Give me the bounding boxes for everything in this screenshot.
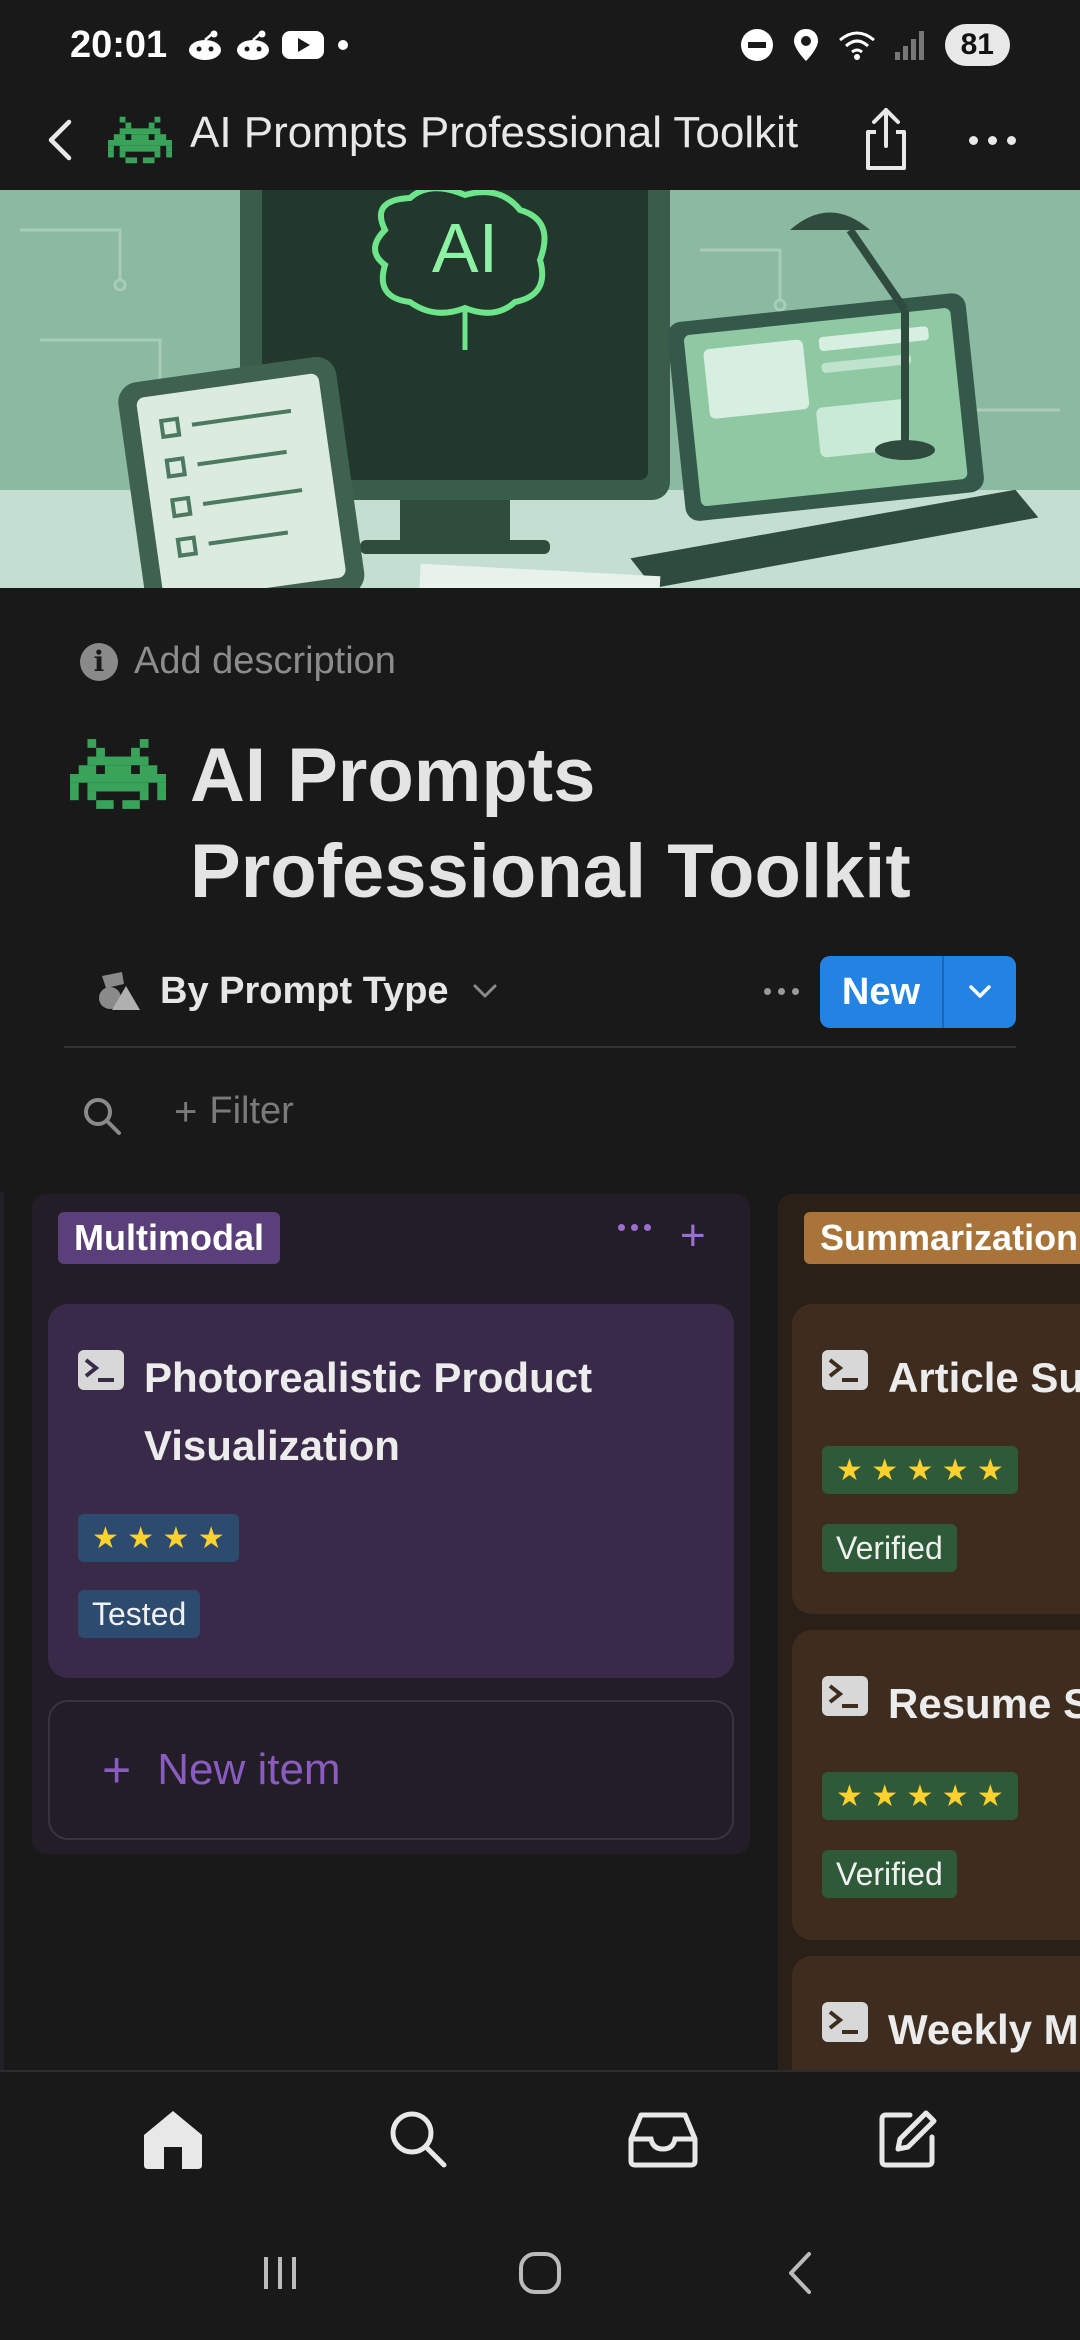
share-button[interactable] — [856, 100, 916, 176]
battery-indicator: 81 — [944, 24, 1010, 66]
inbox-icon — [628, 2112, 697, 2168]
nav-title: AI Prompts Professional Toolkit — [190, 108, 799, 157]
location-icon — [793, 29, 818, 61]
more-dot — [644, 1224, 651, 1231]
card-title: Photorealistic Product Visualization — [144, 1344, 592, 1480]
board-card[interactable]: Weekly M — [792, 1956, 1080, 2070]
reddit-icon — [189, 30, 222, 60]
board-view[interactable]: Multimodal + Photorealistic Product Visu… — [0, 1192, 1080, 2070]
dnd-icon — [740, 29, 773, 61]
compose-icon — [879, 2110, 936, 2168]
new-item-label: New item — [157, 1745, 341, 1794]
system-status-icons: 81 — [739, 24, 1010, 66]
terminal-icon — [822, 1676, 868, 1716]
status-badge: Verified — [822, 1524, 957, 1572]
rating-stars: ★ ★ ★ ★ ★ — [822, 1446, 1018, 1494]
back-system-button[interactable] — [760, 2238, 840, 2308]
board-view-icon — [99, 972, 140, 1010]
status-badge: Tested — [78, 1590, 201, 1638]
board-card[interactable]: Article Su ★ ★ ★ ★ ★ Verified — [792, 1304, 1080, 1614]
youtube-icon — [282, 31, 325, 59]
svg-text:AI: AI — [432, 209, 498, 287]
wifi-icon — [838, 31, 875, 60]
new-button-group: New — [820, 956, 1016, 1028]
filter-label: Filter — [209, 1090, 294, 1132]
view-options-button[interactable] — [746, 968, 816, 1014]
space-invader-icon — [108, 116, 172, 164]
back-button[interactable] — [30, 110, 90, 170]
more-dot — [777, 987, 785, 995]
previous-group-edge — [0, 1192, 4, 2070]
rating-stars: ★ ★ ★ ★ ★ — [822, 1772, 1018, 1820]
group-label[interactable]: Summarization — [804, 1212, 1080, 1264]
recents-icon — [264, 2257, 296, 2289]
page-title[interactable]: AI Prompts Professional Toolkit — [190, 728, 1050, 920]
group-label[interactable]: Multimodal — [58, 1212, 280, 1264]
more-dot — [631, 1224, 638, 1231]
more-dot — [1006, 135, 1016, 145]
signal-icon — [894, 31, 924, 60]
card-title: Article Su — [888, 1354, 1080, 1401]
card-title-line: Visualization — [144, 1422, 400, 1469]
chevron-down-icon[interactable] — [470, 976, 500, 1006]
card-title-line: Photorealistic Product — [144, 1354, 593, 1401]
search-icon — [390, 2111, 446, 2168]
board-group-summarization: Summarization Article Su ★ ★ ★ ★ ★ Verif… — [778, 1194, 1080, 2070]
home-icon — [143, 2111, 202, 2169]
chevron-left-icon — [48, 119, 72, 161]
tab-search[interactable] — [378, 2099, 458, 2179]
space-invader-icon[interactable] — [70, 738, 166, 810]
recents-button[interactable] — [240, 2238, 320, 2308]
more-options-button[interactable] — [952, 110, 1032, 170]
card-title: Resume S — [888, 1680, 1080, 1727]
add-description-label: Add description — [134, 640, 396, 682]
search-icon[interactable] — [80, 1094, 124, 1138]
more-dot — [987, 135, 997, 145]
cover-illustration: AI — [0, 190, 1080, 588]
share-icon — [866, 108, 906, 170]
group-options-button[interactable] — [618, 1224, 651, 1231]
bottom-tab-bar — [0, 2070, 1080, 2206]
new-dropdown-button[interactable] — [944, 956, 1016, 1028]
card-title: Weekly M — [888, 2006, 1079, 2053]
view-selector[interactable]: By Prompt Type — [160, 970, 449, 1013]
tab-inbox[interactable] — [623, 2099, 703, 2179]
add-description-button[interactable]: i Add description — [80, 640, 396, 683]
view-bar: By Prompt Type New — [64, 948, 1016, 1048]
top-navigation-bar: AI Prompts Professional Toolkit — [0, 90, 1080, 190]
reddit-icon — [237, 30, 270, 60]
add-filter-button[interactable]: + Filter — [174, 1090, 294, 1133]
new-button[interactable]: New — [820, 956, 944, 1028]
notification-icons — [185, 28, 353, 62]
terminal-icon — [822, 2002, 868, 2042]
home-system-button[interactable] — [500, 2238, 580, 2308]
back-icon — [789, 2252, 811, 2294]
more-dot — [763, 987, 771, 995]
new-item-button[interactable]: + New item — [48, 1700, 734, 1840]
chevron-down-icon — [969, 985, 991, 998]
more-dot — [618, 1224, 625, 1231]
info-icon: i — [80, 642, 118, 681]
status-bar: 20:01 81 — [0, 0, 1080, 90]
tab-home[interactable] — [133, 2099, 213, 2179]
board-card[interactable]: Resume S ★ ★ ★ ★ ★ Verified — [792, 1630, 1080, 1940]
plus-icon: + — [102, 1742, 132, 1798]
group-add-button[interactable]: + — [680, 1212, 706, 1260]
tab-compose[interactable] — [868, 2099, 948, 2179]
home-circle-icon — [519, 2252, 561, 2294]
rating-stars: ★ ★ ★ ★ — [78, 1514, 239, 1562]
terminal-icon — [78, 1350, 124, 1390]
more-dot — [791, 987, 799, 995]
system-navigation-bar — [0, 2206, 1080, 2340]
board-card[interactable]: Photorealistic Product Visualization ★ ★… — [48, 1304, 734, 1678]
terminal-icon — [822, 1350, 868, 1390]
dot-icon — [338, 40, 349, 50]
board-group-multimodal: Multimodal + Photorealistic Product Visu… — [32, 1194, 750, 1854]
plus-icon: + — [174, 1089, 198, 1134]
cover-image[interactable]: AI — [0, 190, 1080, 588]
more-dot — [968, 135, 978, 145]
status-badge: Verified — [822, 1850, 957, 1898]
status-time: 20:01 — [70, 23, 168, 66]
